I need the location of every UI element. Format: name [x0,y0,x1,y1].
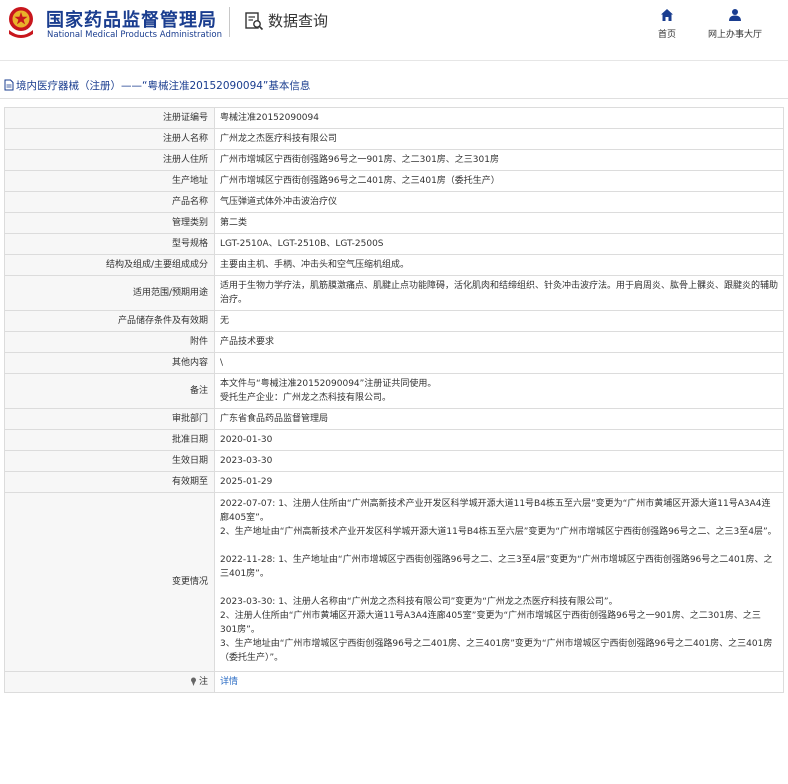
breadcrumb: 境内医疗器械（注册）——“粤械注准20152090094”基本信息 [0,76,788,96]
field-label: 管理类别 [4,212,215,234]
nav-home-label: 首页 [658,30,677,40]
field-label: 生产地址 [4,170,215,192]
data-query-section[interactable]: 数据查询 [244,10,328,31]
nav-home[interactable]: 首页 [658,8,676,40]
table-row: 注册人住所 广州市增城区宁西街创强路96号之一901房、之二301房、之三301房 [4,149,784,171]
field-value: 2020-01-30 [214,429,784,451]
field-label: 变更情况 [4,492,215,672]
table-row: 批准日期 2020-01-30 [4,429,784,451]
note-label: 注 [198,677,208,687]
header-divider [229,7,230,37]
field-label: 生效日期 [4,450,215,472]
field-value: 本文件与“粤械注准20152090094”注册证共同使用。 受托生产企业：广州龙之… [214,373,784,409]
document-icon [4,79,14,91]
details-link[interactable]: 详情 [220,677,238,687]
device-info-table: 注册证编号 粤械注准20152090094 注册人名称 广州龙之杰医疗科技有限公司 注册… [4,107,784,693]
breadcrumb-text: 境内医疗器械（注册）——“粤械注准20152090094”基本信息 [16,80,311,92]
change-gap [220,581,778,595]
field-value: 2023-03-30 [214,450,784,472]
change-entry: 3、生产地址由“广州市增城区宁西街创强路96号之二401房、之三401房”变更为… [220,639,773,663]
field-value: 广东省食品药品监督管理局 [214,408,784,430]
field-value: 主要由主机、手柄、冲击头和空气压缩机组成。 [214,254,784,276]
field-value: 广州市增城区宁西街创强路96号之二401房、之三401房（委托生产） [214,170,784,192]
field-value: \ [214,352,784,374]
table-row: 产品名称 气压弹道式体外冲击波治疗仪 [4,191,784,213]
field-label: 注册人名称 [4,128,215,150]
field-label: 产品储存条件及有效期 [4,310,215,332]
table-row: 备注 本文件与“粤械注准20152090094”注册证共同使用。 受托生产企业：广州… [4,373,784,409]
field-label: 附件 [4,331,215,353]
field-value: 产品技术要求 [214,331,784,353]
field-label: 产品名称 [4,191,215,213]
field-label: 其他内容 [4,352,215,374]
change-entry: 2023-03-30: 1、注册人名称由“广州龙之杰科技有限公司”变更为“广州龙… [220,597,618,607]
field-value: 广州龙之杰医疗科技有限公司 [214,128,784,150]
pin-icon [190,677,196,686]
change-gap [220,539,778,553]
change-entry: 2022-07-07: 1、注册人住所由“广州高新技术产业开发区科学城开源大道1… [220,499,771,523]
field-label: 审批部门 [4,408,215,430]
change-entry: 2022-11-28: 1、生产地址由“广州市增城区宁西街创强路96号之二、之三… [220,555,773,579]
site-subtitle-en: National Medical Products Administration [47,30,222,40]
user-icon [729,9,741,21]
table-row: 生效日期 2023-03-30 [4,450,784,472]
table-row: 管理类别 第二类 [4,212,784,234]
table-row: 有效期至 2025-01-29 [4,471,784,493]
national-emblem-logo[interactable] [6,6,36,40]
field-value: 第二类 [214,212,784,234]
remark-line: 本文件与“粤械注准20152090094”注册证共同使用。 [220,379,437,389]
field-value: 详情 [214,671,784,693]
breadcrumb-divider [0,98,788,99]
field-label: 结构及组成/主要组成成分 [4,254,215,276]
field-value: 粤械注准20152090094 [214,107,784,129]
field-label: 有效期至 [4,471,215,493]
field-value: 适用于生物力学疗法，肌筋膜激痛点、肌腱止点功能障碍，活化肌肉和结缔组织、针灸冲击… [214,275,784,311]
table-row: 适用范围/预期用途 适用于生物力学疗法，肌筋膜激痛点、肌腱止点功能障碍，活化肌肉和… [4,275,784,311]
table-row-note: 注 详情 [4,671,784,693]
table-row: 结构及组成/主要组成成分 主要由主机、手柄、冲击头和空气压缩机组成。 [4,254,784,276]
change-entry: 2、注册人住所由“广州市黄埔区开源大道11号A3A4连廊405室”变更为“广州市… [220,611,761,635]
field-value: LGT-2510A、LGT-2510B、LGT-2500S [214,233,784,255]
data-query-label: 数据查询 [268,12,329,30]
table-row: 产品储存条件及有效期无 [4,310,784,332]
table-row: 注册证编号 粤械注准20152090094 [4,107,784,129]
field-value: 广州市增城区宁西街创强路96号之一901房、之二301房、之三301房 [214,149,784,171]
field-label: 型号规格 [4,233,215,255]
field-label: 备注 [4,373,215,409]
field-value: 无 [214,310,784,332]
table-row: 生产地址 广州市增城区宁西街创强路96号之二401房、之三401房（委托生产） [4,170,784,192]
document-search-icon [245,11,264,30]
remark-line: 受托生产企业：广州龙之杰科技有限公司。 [220,393,392,403]
table-row: 其他内容 \ [4,352,784,374]
table-row: 附件 产品技术要求 [4,331,784,353]
field-label: 注册证编号 [4,107,215,129]
field-value: 2025-01-29 [214,471,784,493]
field-label: 注册人住所 [4,149,215,171]
home-icon [661,9,673,21]
table-row: 审批部门 广东省食品药品监督管理局 [4,408,784,430]
field-label: 注 [4,671,215,693]
nav-online-service-label: 网上办事大厅 [708,30,763,40]
site-title[interactable]: 国家药品监督管理局 [46,6,217,32]
table-row: 型号规格 LGT-2510A、LGT-2510B、LGT-2500S [4,233,784,255]
field-label: 适用范围/预期用途 [4,275,215,311]
site-header: 国家药品监督管理局 National Medical Products Admi… [0,0,788,61]
table-row-changes: 变更情况 2022-07-07: 1、注册人住所由“广州高新技术产业开发区科学城开… [4,492,784,672]
field-label: 批准日期 [4,429,215,451]
nav-online-service[interactable]: 网上办事大厅 [708,8,762,40]
field-value: 2022-07-07: 1、注册人住所由“广州高新技术产业开发区科学城开源大道1… [214,492,784,672]
table-row: 注册人名称 广州龙之杰医疗科技有限公司 [4,128,784,150]
change-entry: 2、生产地址由“广州高新技术产业开发区科学城开源大道11号B4栋五至六层”变更为… [220,527,777,537]
field-value: 气压弹道式体外冲击波治疗仪 [214,191,784,213]
